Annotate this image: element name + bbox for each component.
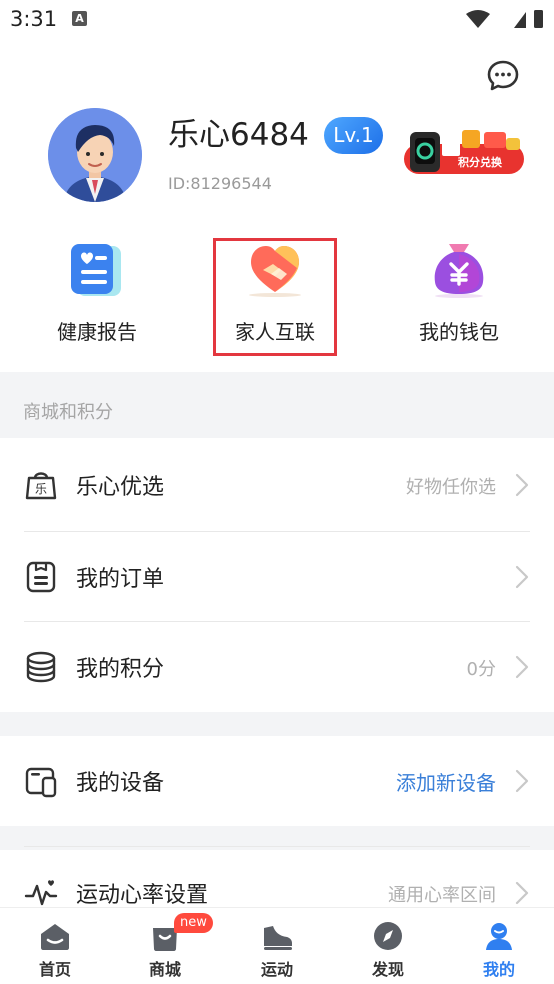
row-my-devices[interactable]: 我的设备 添加新设备: [0, 736, 554, 826]
nav-item-mine[interactable]: 我的: [444, 908, 554, 984]
quick-action-family-link[interactable]: 家人互联: [213, 238, 337, 356]
nickname: 乐心6484: [168, 117, 309, 153]
quick-action-wallet[interactable]: 我的钱包: [397, 238, 521, 356]
row-label: 我的设备: [76, 771, 165, 796]
chevron-right-icon: [515, 473, 529, 497]
svg-text:乐: 乐: [35, 482, 47, 496]
user-id: ID:81296544: [168, 174, 272, 193]
row-label: 乐心优选: [76, 475, 165, 500]
notification-icon: A: [72, 11, 87, 26]
points-exchange-banner[interactable]: 积分兑换: [402, 128, 526, 178]
nav-item-mall[interactable]: new 商城: [110, 908, 220, 984]
nav-label: 我的: [482, 960, 515, 979]
row-label: 运动心率设置: [76, 883, 209, 908]
health-report-icon: [71, 244, 121, 296]
quick-action-label: 健康报告: [57, 320, 137, 344]
divider: [24, 846, 530, 847]
row-value: 0分: [466, 659, 496, 680]
home-icon: [41, 924, 69, 950]
battery-icon: [534, 10, 543, 28]
status-time: 3:31: [10, 7, 58, 31]
new-badge: new: [174, 913, 213, 933]
coins-icon: [26, 651, 56, 683]
avatar-illustration: [48, 108, 142, 202]
row-label: 我的积分: [76, 657, 165, 682]
nav-label: 发现: [371, 960, 404, 979]
row-lexin-selection[interactable]: 乐 乐心优选 好物任你选: [0, 440, 554, 530]
shopping-bag-icon: 乐: [25, 472, 57, 500]
nav-label: 商城: [148, 960, 181, 979]
row-label: 我的订单: [76, 567, 165, 592]
nav-label: 首页: [38, 960, 71, 979]
chevron-right-icon: [515, 769, 529, 793]
signal-icon: [514, 12, 526, 28]
chevron-right-icon: [515, 565, 529, 589]
level-badge[interactable]: Lv.1: [324, 117, 383, 154]
chevron-right-icon: [515, 881, 529, 905]
quick-action-label: 我的钱包: [419, 320, 499, 344]
row-value: 通用心率区间: [388, 885, 496, 906]
add-device-link[interactable]: 添加新设备: [396, 767, 496, 796]
quick-action-health-report[interactable]: 健康报告: [35, 238, 159, 356]
points-exchange-label: 积分兑换: [458, 155, 503, 169]
chevron-right-icon: [515, 655, 529, 679]
profile-icon: [486, 923, 512, 950]
status-signal-battery-icons: [466, 10, 543, 28]
wifi-icon: [466, 10, 490, 28]
sport-shoe-icon: [264, 926, 292, 950]
nav-label: 运动: [260, 960, 293, 979]
family-handshake-icon: [249, 246, 301, 297]
avatar[interactable]: [48, 108, 142, 202]
status-bar: 3:31 A: [0, 0, 554, 40]
row-my-orders[interactable]: 我的订单: [0, 532, 554, 622]
message-icon[interactable]: [486, 58, 520, 92]
row-my-points[interactable]: 我的积分 0分: [0, 622, 554, 712]
row-value: 好物任你选: [406, 477, 496, 498]
section-header-mall: 商城和积分: [0, 372, 554, 438]
order-icon: [26, 561, 56, 593]
nav-item-home[interactable]: 首页: [0, 908, 110, 984]
nav-item-discover[interactable]: 发现: [333, 908, 443, 984]
compass-icon: [374, 922, 402, 950]
bottom-nav: 首页 new 商城 运动 发现 我的: [0, 907, 554, 984]
profile-page: 3:31 A 乐心6484 Lv.1 ID:81296544 积分兑换 健康报告…: [0, 0, 554, 984]
section-gap: [0, 712, 554, 736]
heart-rate-icon: [24, 880, 58, 906]
nav-item-sport[interactable]: 运动: [222, 908, 332, 984]
wallet-bag-icon: [434, 244, 484, 298]
quick-action-label: 家人互联: [235, 320, 315, 344]
section-title: 商城和积分: [23, 402, 113, 423]
watch-device-icon: [25, 767, 57, 798]
